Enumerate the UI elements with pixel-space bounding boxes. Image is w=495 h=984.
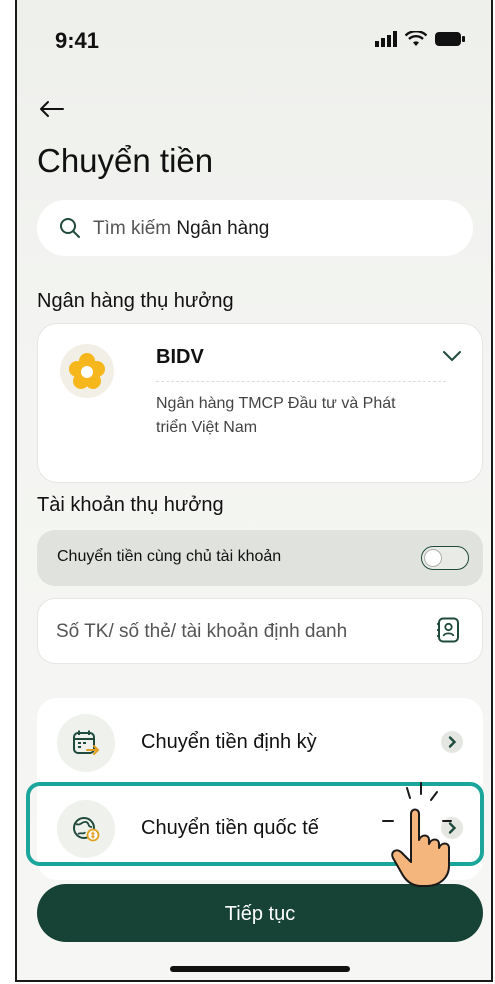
status-bar: 9:41	[17, 0, 491, 80]
tap-hand-icon	[382, 782, 452, 887]
account-number-input[interactable]: Số TK/ số thẻ/ tài khoản định danh	[37, 598, 483, 664]
menu-item-periodic-transfer[interactable]: Chuyển tiền định kỳ	[37, 706, 483, 778]
beneficiary-account-label: Tài khoản thụ hưởng	[37, 494, 224, 516]
page-title: Chuyển tiền	[37, 142, 214, 179]
signal-icon	[375, 31, 397, 47]
bidv-logo	[60, 344, 114, 398]
beneficiary-bank-label: Ngân hàng thụ hưởng	[37, 290, 234, 312]
same-owner-label: Chuyển tiền cùng chủ tài khoản	[57, 548, 282, 565]
back-arrow-icon[interactable]	[37, 96, 67, 122]
search-placeholder-prefix: Tìm kiếm	[93, 218, 172, 239]
chevron-down-icon[interactable]	[442, 350, 462, 362]
menu-item-label: Chuyển tiền định kỳ	[141, 731, 317, 753]
continue-button[interactable]: Tiếp tục	[37, 884, 483, 942]
bank-short-name: BIDV	[156, 346, 204, 368]
toggle-knob	[424, 548, 442, 567]
same-owner-toggle[interactable]	[421, 546, 469, 570]
battery-icon	[435, 32, 465, 46]
search-icon	[60, 218, 80, 238]
bank-search-input[interactable]: Tìm kiếm Ngân hàng	[37, 200, 473, 256]
search-placeholder: Tìm kiếm Ngân hàng	[93, 218, 269, 240]
account-number-placeholder: Số TK/ số thẻ/ tài khoản định danh	[56, 621, 348, 642]
status-icons	[375, 31, 465, 47]
bank-full-name: Ngân hàng TMCP Đầu tư và Phát triển Việt…	[156, 395, 396, 436]
wifi-icon	[405, 31, 427, 46]
chevron-right-icon	[441, 731, 463, 753]
contact-book-icon[interactable]	[436, 617, 460, 643]
calendar-transfer-icon	[57, 714, 115, 772]
home-indicator	[170, 966, 350, 972]
beneficiary-bank-selector[interactable]: BIDV Ngân hàng TMCP Đầu tư và Phát triển…	[37, 323, 483, 483]
search-placeholder-keyword: Ngân hàng	[176, 218, 270, 239]
status-time: 9:41	[55, 28, 100, 53]
same-owner-row: Chuyển tiền cùng chủ tài khoản	[37, 530, 483, 586]
divider	[156, 381, 446, 382]
